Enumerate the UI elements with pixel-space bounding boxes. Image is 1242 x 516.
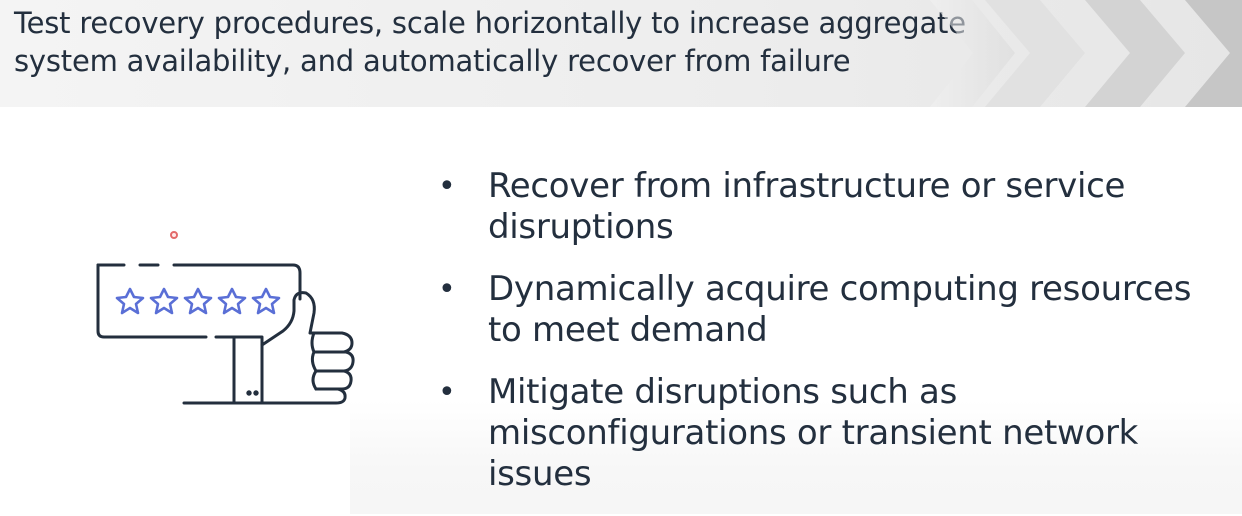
bullet-list: • Recover from infrastructure or service… <box>430 166 1230 516</box>
rating-stars <box>115 287 281 315</box>
header-banner: Test recovery procedures, scale horizont… <box>0 0 1242 107</box>
chevron-arrows-icon <box>930 0 1242 107</box>
star-icon <box>183 287 213 315</box>
star-icon <box>115 287 145 315</box>
list-item-text: Mitigate disruptions such as misconfigur… <box>488 372 1139 494</box>
list-item: • Mitigate disruptions such as misconfig… <box>430 372 1230 495</box>
bullet-marker: • <box>438 169 456 204</box>
cursor-pointer <box>170 231 178 239</box>
star-icon <box>217 287 247 315</box>
list-item-text: Dynamically acquire computing resources … <box>488 269 1192 350</box>
star-icon <box>149 287 179 315</box>
star-icon <box>251 287 281 315</box>
thumbs-up-rating-icon <box>96 263 355 405</box>
list-item-text: Recover from infrastructure or service d… <box>488 166 1126 247</box>
bullet-marker: • <box>438 272 456 307</box>
list-item: • Dynamically acquire computing resource… <box>430 269 1230 351</box>
bullet-marker: • <box>438 375 456 410</box>
list-item: • Recover from infrastructure or service… <box>430 166 1230 248</box>
banner-title: Test recovery procedures, scale horizont… <box>14 6 966 78</box>
